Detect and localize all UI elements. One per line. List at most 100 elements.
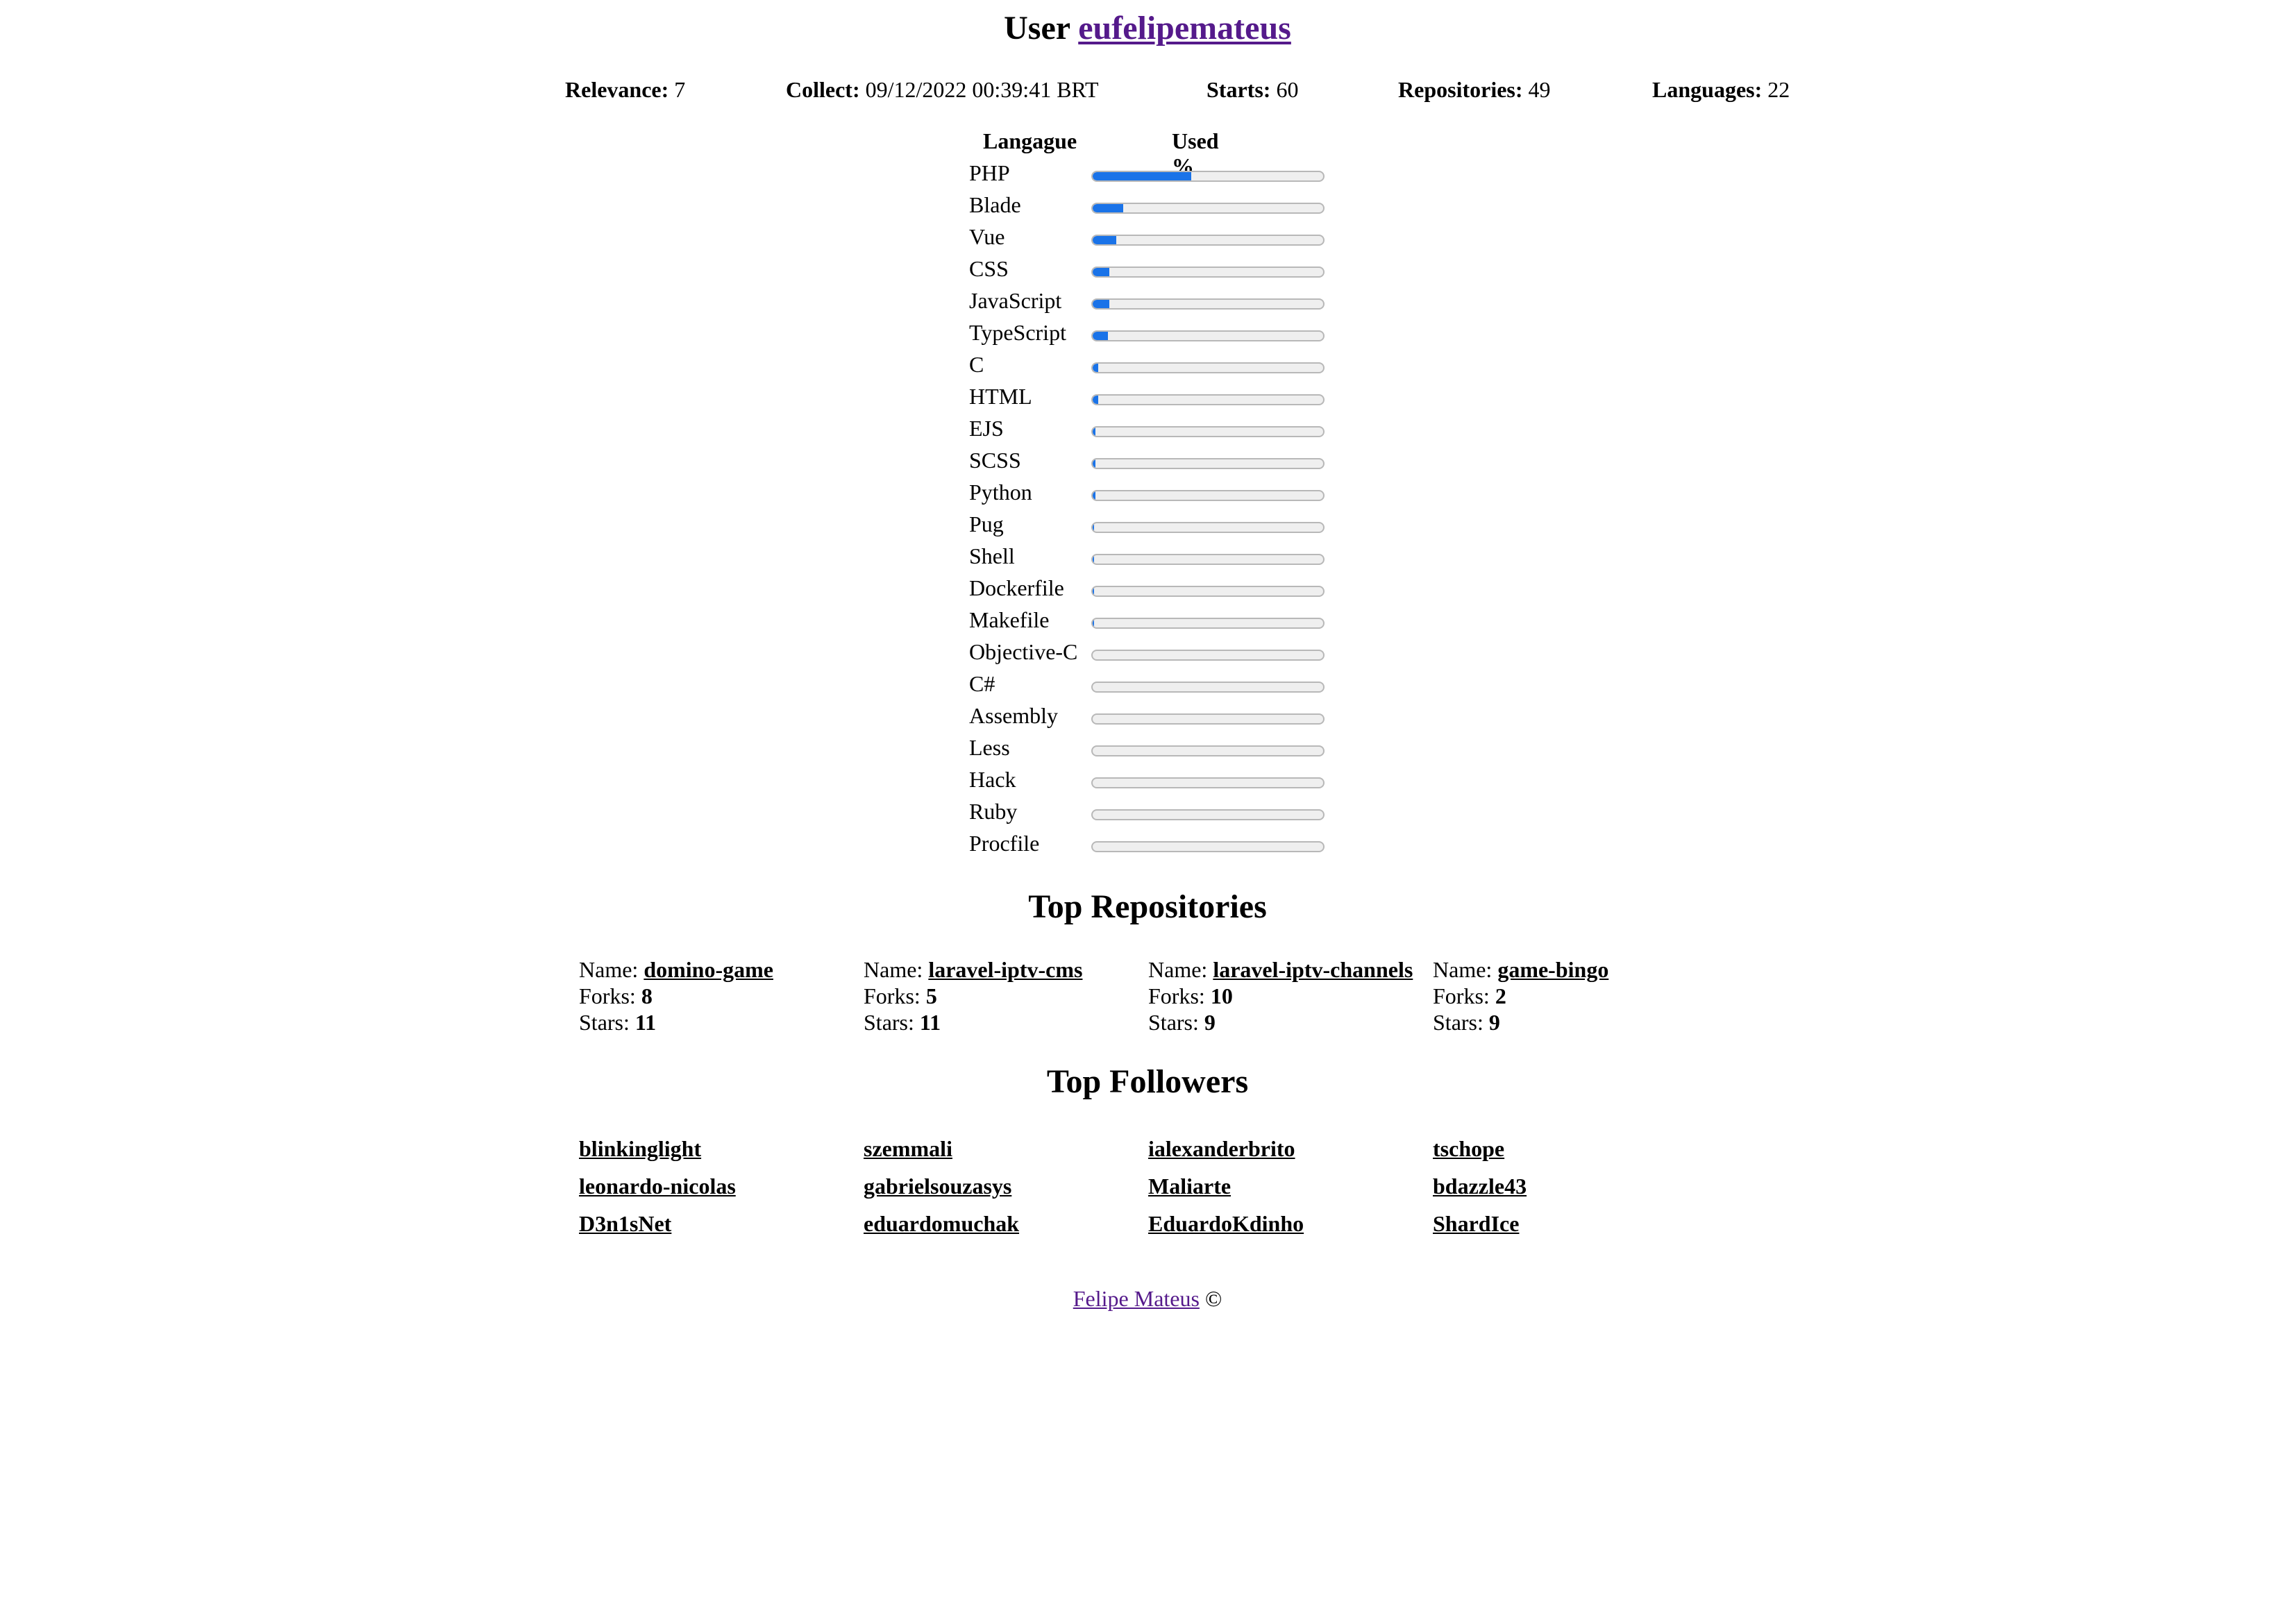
usage-progress-fill xyxy=(1093,428,1095,436)
stars-label: Stars: xyxy=(579,1012,630,1035)
forks-count: 10 xyxy=(1211,986,1233,1009)
forks-count: 8 xyxy=(641,986,653,1009)
language-name: Blade xyxy=(969,193,1021,221)
column-header-language: Langague xyxy=(983,130,1077,155)
stat-value: 22 xyxy=(1767,79,1790,103)
stat-label: Collect: xyxy=(786,79,860,103)
usage-progress-bar xyxy=(1091,682,1325,693)
forks-count: 2 xyxy=(1495,986,1506,1009)
usage-progress-bar xyxy=(1091,618,1325,629)
language-name: PHP xyxy=(969,161,1010,189)
language-name: SCSS xyxy=(969,448,1021,476)
username-link[interactable]: eufelipemateus xyxy=(1078,11,1291,47)
repository-card: Name: laravel-iptv-channelsForks: 10Star… xyxy=(1148,958,1413,1037)
follower-link[interactable]: EduardoKdinho xyxy=(1148,1213,1304,1238)
stars-count: 11 xyxy=(920,1012,941,1035)
name-label: Name: xyxy=(1433,959,1492,983)
top-followers-title: Top Followers xyxy=(0,1065,2295,1102)
forks-count: 5 xyxy=(926,986,937,1009)
follower-link[interactable]: ialexanderbrito xyxy=(1148,1138,1295,1163)
follower-link[interactable]: tschope xyxy=(1433,1138,1504,1163)
footer-author-link[interactable]: Felipe Mateus xyxy=(1073,1288,1200,1312)
name-label: Name: xyxy=(864,959,923,983)
follower-link[interactable]: blinkinglight xyxy=(579,1138,701,1163)
usage-progress-bar xyxy=(1091,554,1325,565)
stat-label: Starts: xyxy=(1207,79,1270,103)
forks-label: Forks: xyxy=(864,986,920,1009)
usage-progress-bar xyxy=(1091,298,1325,310)
stars-count: 9 xyxy=(1489,1012,1500,1035)
forks-label: Forks: xyxy=(1148,986,1205,1009)
usage-progress-bar xyxy=(1091,394,1325,405)
forks-label: Forks: xyxy=(579,986,636,1009)
language-name: Pug xyxy=(969,512,1004,540)
follower-link[interactable]: szemmali xyxy=(864,1138,952,1163)
repository-link[interactable]: laravel-iptv-cms xyxy=(928,959,1082,983)
repository-name-line: Name: laravel-iptv-cms xyxy=(864,958,1082,984)
name-label: Name: xyxy=(579,959,638,983)
repository-stars-line: Stars: 11 xyxy=(579,1010,773,1037)
usage-progress-bar xyxy=(1091,841,1325,852)
usage-progress-fill xyxy=(1093,491,1095,500)
usage-progress-bar xyxy=(1091,330,1325,341)
usage-progress-fill xyxy=(1093,364,1098,372)
usage-progress-bar xyxy=(1091,522,1325,533)
stat-relevance: Relevance: 7 xyxy=(565,79,685,104)
usage-progress-bar xyxy=(1091,458,1325,469)
usage-progress-bar xyxy=(1091,745,1325,756)
stat-starts: Starts: 60 xyxy=(1207,79,1298,104)
repository-stars-line: Stars: 11 xyxy=(864,1010,1082,1037)
follower-link[interactable]: leonardo-nicolas xyxy=(579,1176,736,1201)
language-name: TypeScript xyxy=(969,321,1066,348)
repository-forks-line: Forks: 5 xyxy=(864,984,1082,1010)
usage-progress-bar xyxy=(1091,809,1325,820)
language-name: C# xyxy=(969,672,995,700)
usage-progress-bar xyxy=(1091,713,1325,725)
stat-repositories: Repositories: 49 xyxy=(1398,79,1551,104)
repository-forks-line: Forks: 8 xyxy=(579,984,773,1010)
language-name: Assembly xyxy=(969,704,1058,731)
stars-label: Stars: xyxy=(864,1012,914,1035)
usage-progress-bar xyxy=(1091,267,1325,278)
usage-progress-fill xyxy=(1093,396,1098,404)
language-name: Makefile xyxy=(969,608,1050,636)
stat-value: 7 xyxy=(674,79,685,103)
follower-link[interactable]: Maliarte xyxy=(1148,1176,1231,1201)
usage-progress-bar xyxy=(1091,235,1325,246)
repository-link[interactable]: domino-game xyxy=(644,959,773,983)
usage-progress-bar xyxy=(1091,362,1325,373)
forks-label: Forks: xyxy=(1433,986,1490,1009)
footer: Felipe Mateus © xyxy=(0,1288,2295,1313)
follower-link[interactable]: gabrielsouzasys xyxy=(864,1176,1011,1201)
follower-link[interactable]: ShardIce xyxy=(1433,1213,1519,1238)
usage-progress-fill xyxy=(1093,204,1123,212)
follower-link[interactable]: eduardomuchak xyxy=(864,1213,1019,1238)
follower-link[interactable]: D3n1sNet xyxy=(579,1213,671,1238)
stats-bar: Relevance: 7 Collect: 09/12/2022 00:39:4… xyxy=(0,79,2295,112)
language-name: CSS xyxy=(969,257,1009,285)
repository-forks-line: Forks: 2 xyxy=(1433,984,1608,1010)
repository-name-line: Name: laravel-iptv-channels xyxy=(1148,958,1413,984)
language-name: Dockerfile xyxy=(969,576,1064,604)
usage-progress-fill xyxy=(1093,459,1095,468)
repository-link[interactable]: game-bingo xyxy=(1497,959,1608,983)
usage-progress-fill xyxy=(1093,236,1116,244)
usage-progress-fill xyxy=(1093,300,1109,308)
copyright-symbol: © xyxy=(1205,1288,1222,1312)
stars-count: 9 xyxy=(1204,1012,1216,1035)
title-prefix: User xyxy=(1004,11,1070,47)
language-name: Vue xyxy=(969,225,1004,253)
usage-progress-bar xyxy=(1091,171,1325,182)
repository-card: Name: laravel-iptv-cmsForks: 5Stars: 11 xyxy=(864,958,1082,1037)
usage-progress-fill xyxy=(1093,332,1108,340)
repository-stars-line: Stars: 9 xyxy=(1148,1010,1413,1037)
repository-forks-line: Forks: 10 xyxy=(1148,984,1413,1010)
language-name: Python xyxy=(969,480,1032,508)
stat-value: 09/12/2022 00:39:41 BRT xyxy=(866,79,1099,103)
follower-link[interactable]: bdazzle43 xyxy=(1433,1176,1527,1201)
stat-label: Repositories: xyxy=(1398,79,1523,103)
usage-progress-fill xyxy=(1093,172,1192,180)
stat-label: Languages: xyxy=(1652,79,1762,103)
stars-label: Stars: xyxy=(1433,1012,1483,1035)
repository-link[interactable]: laravel-iptv-channels xyxy=(1213,959,1413,983)
